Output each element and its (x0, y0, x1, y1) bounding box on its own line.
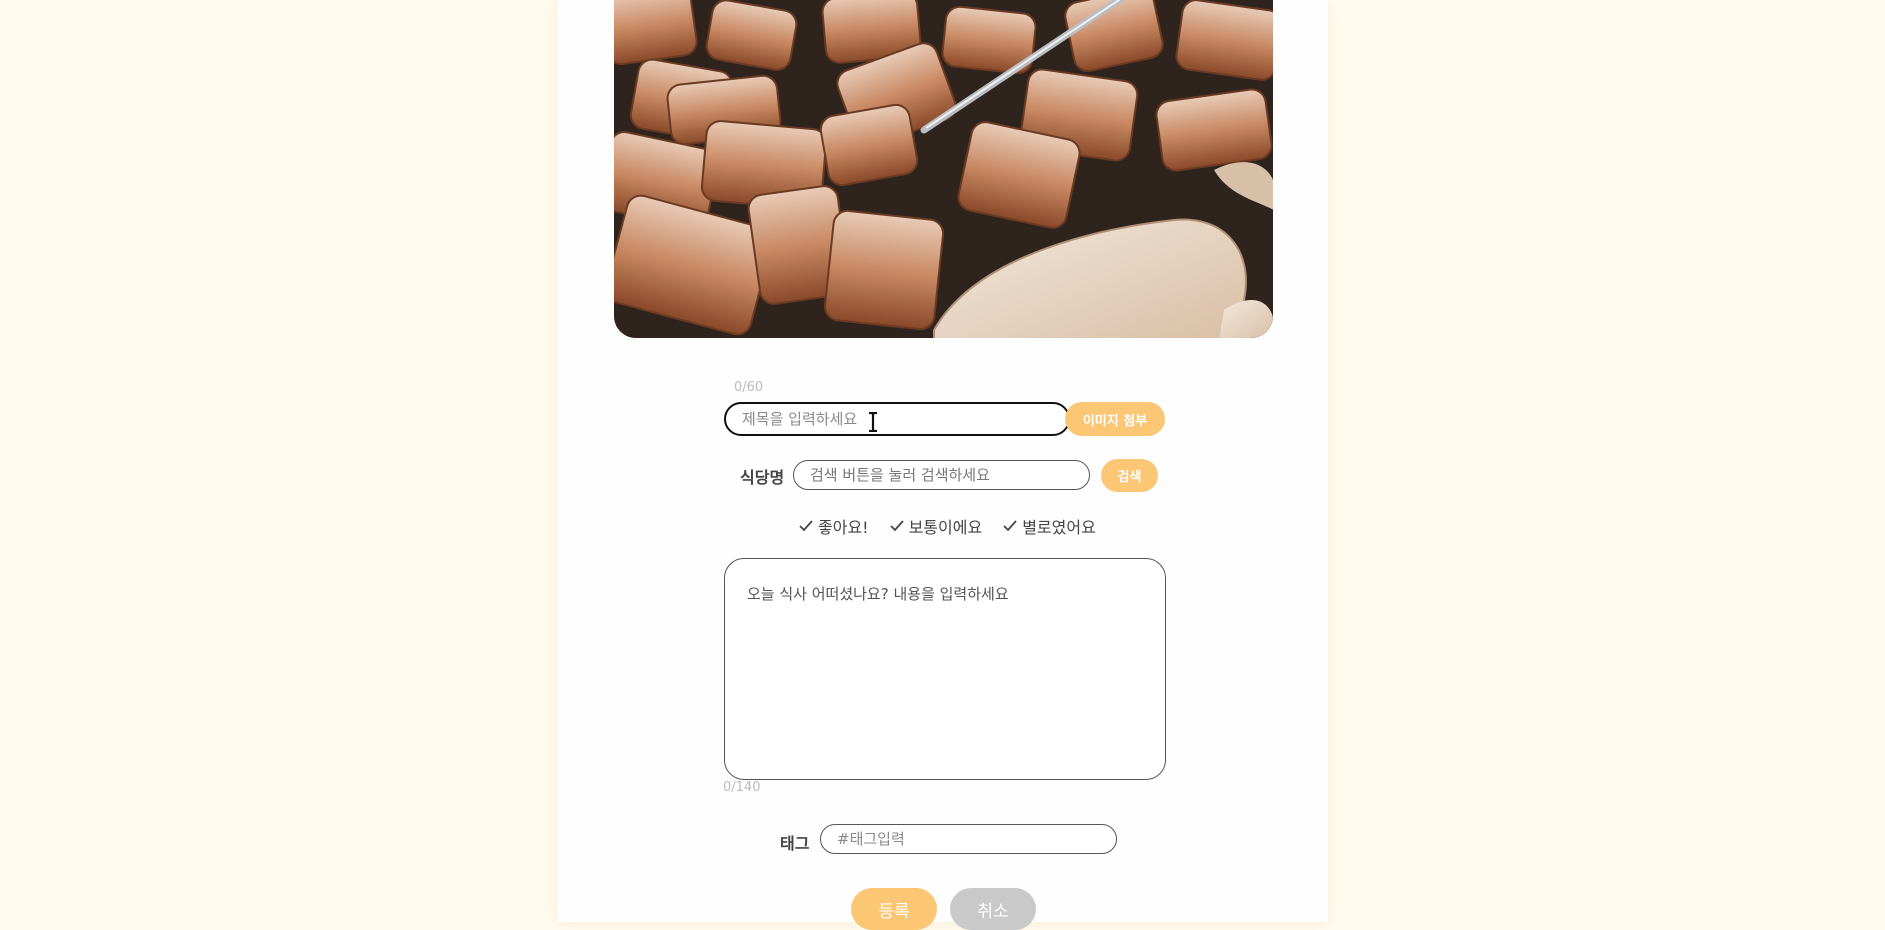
restaurant-label: 식당명 (740, 468, 785, 487)
check-icon (889, 520, 904, 532)
text-cursor-icon (869, 412, 877, 432)
rating-bad[interactable]: 별로였어요 (1002, 514, 1096, 538)
tag-input[interactable] (820, 824, 1117, 854)
food-photo (614, 0, 1273, 338)
rating-options: 좋아요! 보통이에요 별로였어요 (798, 514, 1096, 538)
tag-label: 태그 (780, 834, 810, 853)
search-button[interactable]: 검색 (1101, 459, 1158, 492)
rating-good[interactable]: 좋아요! (798, 514, 869, 538)
cancel-button[interactable]: 취소 (950, 888, 1036, 930)
check-icon (799, 520, 813, 532)
attach-image-button[interactable]: 이미지 첨부 (1065, 402, 1165, 436)
title-input[interactable] (724, 402, 1070, 436)
rating-ok[interactable]: 보통이에요 (889, 514, 983, 538)
rating-bad-label: 별로였어요 (1022, 518, 1096, 537)
rating-ok-label: 보통이에요 (908, 518, 983, 537)
content-textarea[interactable] (724, 558, 1166, 780)
post-form-card: 0/60 이미지 첨부 식당명 검색 좋아요! 보통이에요 별로였어요 0/14… (558, 0, 1328, 930)
check-icon (1003, 520, 1017, 532)
rating-good-label: 좋아요! (818, 518, 869, 537)
content-char-counter: 0/140 (723, 780, 761, 795)
restaurant-input[interactable] (793, 460, 1090, 490)
title-char-counter: 0/60 (734, 380, 764, 395)
submit-button[interactable]: 등록 (851, 888, 937, 930)
